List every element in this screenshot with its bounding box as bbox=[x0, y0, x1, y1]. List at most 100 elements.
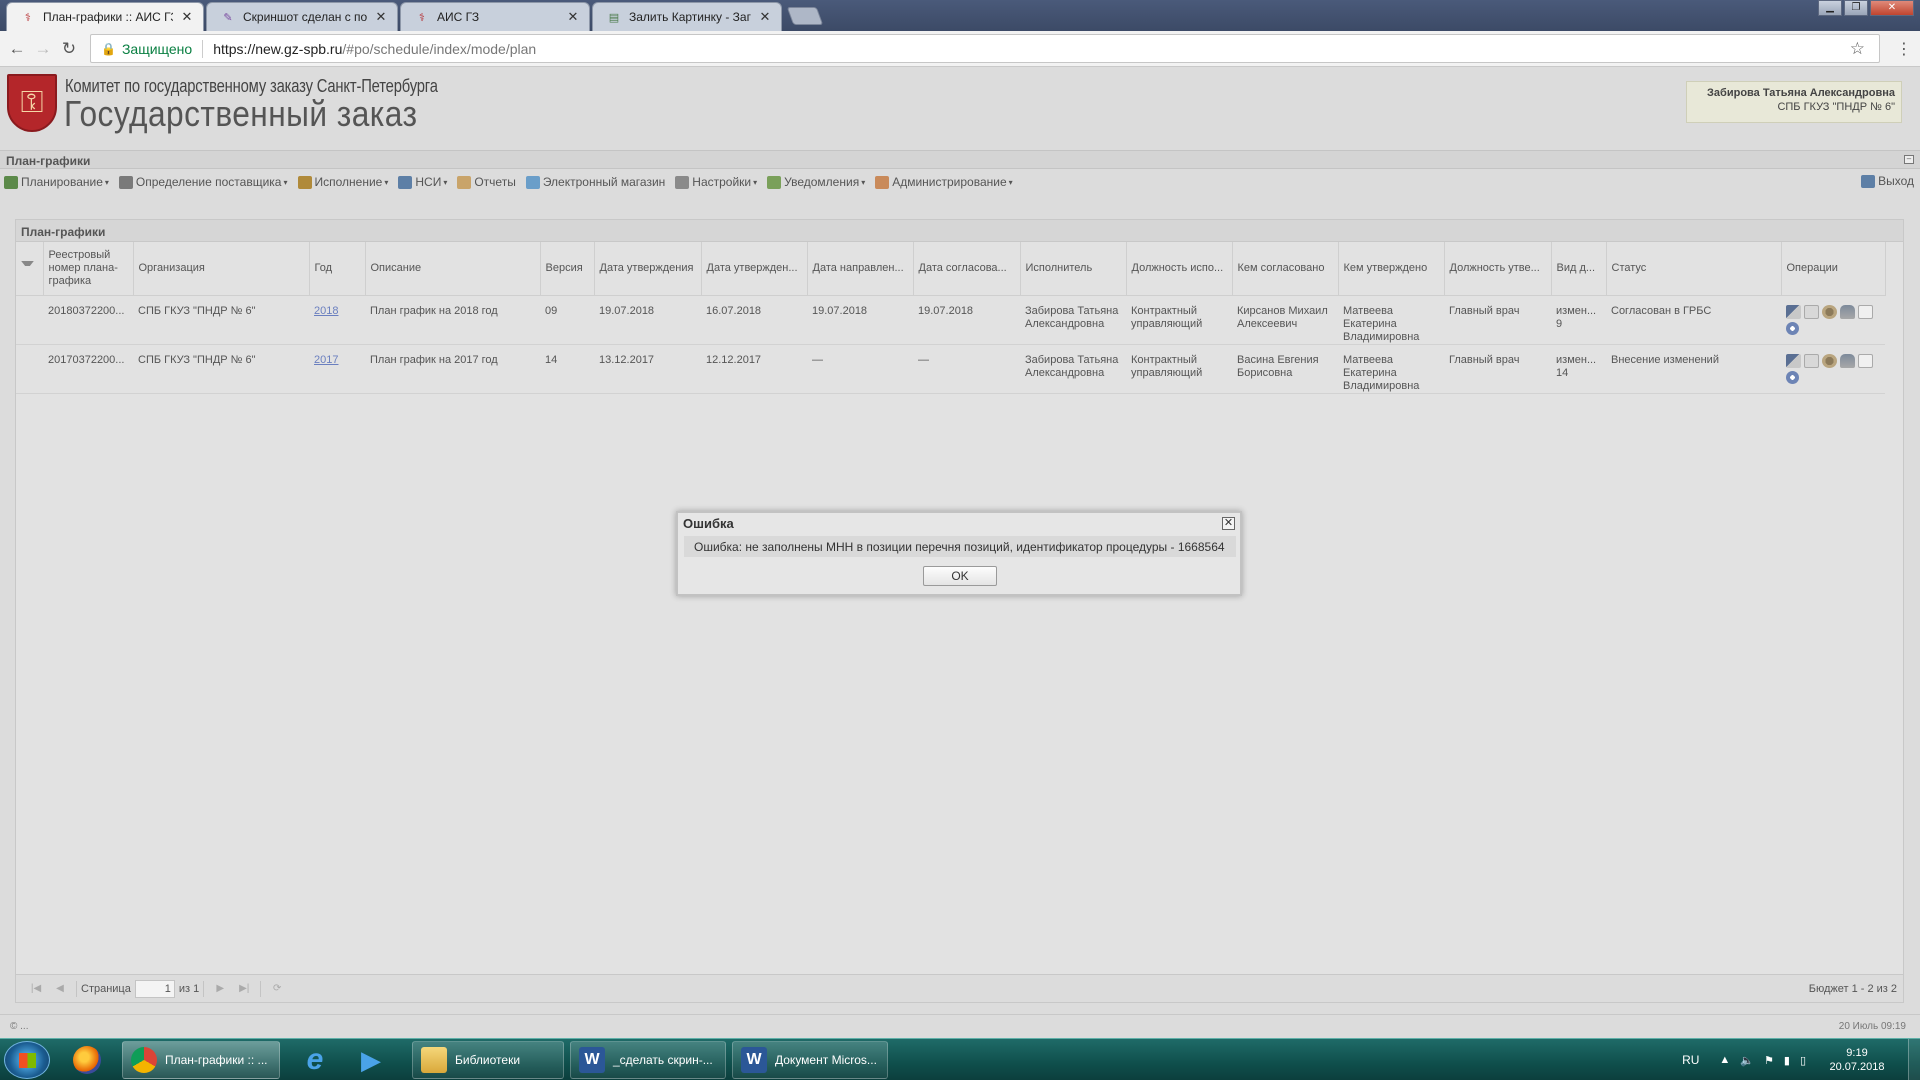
action-center-flag-icon[interactable]: ⚑ bbox=[1764, 1054, 1774, 1067]
column-header[interactable]: Описание bbox=[365, 242, 541, 296]
user-icon[interactable] bbox=[1840, 304, 1855, 319]
tab-ais-gz[interactable]: ⚕ АИС ГЗ ✕ bbox=[400, 2, 590, 31]
column-header[interactable]: Вид д... bbox=[1551, 242, 1607, 296]
year-link[interactable]: 2018 bbox=[314, 305, 338, 317]
toolbar-item-7[interactable]: Уведомления ▾ bbox=[767, 175, 865, 189]
tab-label: Скриншот сделан с пом bbox=[243, 10, 367, 24]
column-header[interactable]: Должность испо... bbox=[1126, 242, 1233, 296]
ok-button[interactable]: OK bbox=[923, 566, 997, 586]
language-indicator[interactable]: RU bbox=[1682, 1053, 1699, 1067]
document-icon[interactable] bbox=[1804, 353, 1819, 368]
column-header[interactable]: Кем утверждено bbox=[1338, 242, 1445, 296]
minimize-icon[interactable]: ▁ bbox=[1818, 0, 1842, 16]
clock[interactable]: 9:19 20.07.2018 bbox=[1822, 1046, 1892, 1074]
toolbar-item-1[interactable]: Определение поставщика ▾ bbox=[118, 175, 288, 189]
show-desktop-button[interactable] bbox=[1908, 1039, 1920, 1080]
browser-menu-icon[interactable]: ⋮ bbox=[1896, 39, 1912, 59]
toolbar-item-5[interactable]: Электронный магазин bbox=[525, 175, 665, 189]
back-icon[interactable]: ← bbox=[4, 39, 30, 59]
tab-upload-image[interactable]: ▤ Залить Картинку - Загру ✕ bbox=[592, 2, 782, 31]
column-header[interactable]: Дата направлен... bbox=[807, 242, 914, 296]
cell-reg: 20180372200... bbox=[43, 295, 133, 345]
page-icon[interactable] bbox=[1858, 304, 1873, 319]
power-icon[interactable]: ▯ bbox=[1800, 1054, 1806, 1067]
user-icon[interactable] bbox=[1840, 353, 1855, 368]
toolbar-item-6[interactable]: Настройки ▾ bbox=[675, 175, 757, 189]
table-row[interactable]: 20180372200... СПБ ГКУЗ "ПНДР № 6" 2018 Пла… bbox=[16, 295, 1885, 345]
gear-icon[interactable] bbox=[1822, 304, 1837, 319]
ie-pin[interactable]: e bbox=[290, 1042, 340, 1078]
user-info-box[interactable]: Забирова Татьяна Александровна СПБ ГКУЗ … bbox=[1686, 81, 1902, 123]
cell-status: Внесение изменений bbox=[1606, 344, 1781, 394]
firefox-pin[interactable] bbox=[62, 1042, 112, 1078]
edit-icon[interactable] bbox=[1786, 304, 1801, 319]
gear-icon[interactable] bbox=[1822, 353, 1837, 368]
toolbar-item-0[interactable]: Планирование ▾ bbox=[4, 175, 109, 189]
prev-page-icon[interactable]: ◀ bbox=[53, 983, 67, 995]
cell-d4: 19.07.2018 bbox=[913, 295, 1020, 345]
toolbar-item-label: Отчеты bbox=[474, 175, 516, 189]
column-header[interactable]: Операции bbox=[1781, 242, 1886, 296]
table-row[interactable]: 20170372200... СПБ ГКУЗ "ПНДР № 6" 2017 Пла… bbox=[16, 344, 1885, 394]
eshop-icon bbox=[525, 175, 540, 189]
network-icon[interactable]: ▮ bbox=[1784, 1054, 1790, 1067]
bookmark-star-icon[interactable]: ☆ bbox=[1850, 39, 1865, 59]
refresh-icon[interactable]: ⟳ bbox=[270, 983, 284, 995]
last-page-icon[interactable]: ▶| bbox=[237, 983, 251, 995]
show-hidden-icon[interactable]: ▲ bbox=[1719, 1054, 1730, 1067]
year-link[interactable]: 2017 bbox=[314, 354, 338, 366]
column-header[interactable]: Организация bbox=[133, 242, 310, 296]
url-input[interactable]: 🔒 Защищено https://new.gz-spb.ru/#po/sch… bbox=[90, 34, 1880, 63]
forward-icon[interactable]: → bbox=[30, 39, 56, 59]
column-header[interactable]: Версия bbox=[540, 242, 595, 296]
taskbar-libraries[interactable]: Библиотеки bbox=[412, 1041, 564, 1079]
collapse-icon[interactable]: – bbox=[1904, 155, 1914, 164]
reload-icon[interactable]: ↻ bbox=[56, 39, 82, 59]
column-header[interactable]: Реестровый номер плана-графика bbox=[43, 242, 134, 296]
taskbar-chrome[interactable]: План-графики :: ... bbox=[122, 1041, 280, 1079]
cell-year: 2017 bbox=[309, 344, 365, 394]
taskbar-word-1[interactable]: W _сделать скрин-... bbox=[570, 1041, 726, 1079]
tab-close-icon[interactable]: ✕ bbox=[565, 9, 581, 25]
column-header[interactable]: Исполнитель bbox=[1020, 242, 1127, 296]
restore-icon[interactable]: ❐ bbox=[1844, 0, 1868, 16]
volume-icon[interactable]: 🔈 bbox=[1740, 1054, 1754, 1067]
column-header[interactable]: Статус bbox=[1606, 242, 1782, 296]
edit-icon[interactable] bbox=[1786, 353, 1801, 368]
toolbar-item-8[interactable]: Администрирование ▾ bbox=[875, 175, 1013, 189]
dialog-close-icon[interactable]: ✕ bbox=[1222, 517, 1235, 530]
filter-column-header[interactable] bbox=[16, 242, 44, 296]
exit-button[interactable]: Выход bbox=[1861, 174, 1914, 188]
taskbar-word-2[interactable]: W Документ Micros... bbox=[732, 1041, 888, 1079]
column-header[interactable]: Дата согласова... bbox=[913, 242, 1021, 296]
window-close-icon[interactable]: ✕ bbox=[1870, 0, 1914, 16]
column-header[interactable]: Дата утвержден... bbox=[701, 242, 808, 296]
tab-close-icon[interactable]: ✕ bbox=[373, 9, 389, 25]
internet-explorer-icon: e bbox=[306, 1043, 324, 1076]
new-tab-button[interactable] bbox=[786, 7, 824, 25]
column-header[interactable]: Год bbox=[309, 242, 366, 296]
first-page-icon[interactable]: |◀ bbox=[29, 983, 43, 995]
info-icon[interactable] bbox=[1786, 370, 1799, 384]
browser-tabstrip: ⚕ План-графики :: АИС ГЗ ✕ ✎ Скриншот сд… bbox=[0, 0, 1920, 31]
tab-close-icon[interactable]: ✕ bbox=[757, 9, 773, 25]
pager-divider bbox=[76, 980, 77, 997]
next-page-icon[interactable]: ▶ bbox=[213, 983, 227, 995]
tab-close-icon[interactable]: ✕ bbox=[179, 9, 195, 25]
column-header[interactable]: Кем согласовано bbox=[1232, 242, 1339, 296]
page-icon[interactable] bbox=[1858, 353, 1873, 368]
toolbar-item-4[interactable]: Отчеты bbox=[457, 175, 516, 189]
document-icon[interactable] bbox=[1804, 304, 1819, 319]
column-header[interactable]: Должность утве... bbox=[1444, 242, 1552, 296]
info-icon[interactable] bbox=[1786, 321, 1799, 335]
column-header[interactable]: Дата утверждения bbox=[594, 242, 702, 296]
start-button[interactable] bbox=[4, 1041, 50, 1079]
toolbar-item-2[interactable]: Исполнение ▾ bbox=[297, 175, 388, 189]
toolbar-item-3[interactable]: НСИ ▾ bbox=[398, 175, 447, 189]
page-number-input[interactable]: 1 bbox=[134, 979, 175, 998]
tab-plan-graphs[interactable]: ⚕ План-графики :: АИС ГЗ ✕ bbox=[6, 2, 204, 31]
firefox-icon bbox=[73, 1046, 101, 1074]
tab-screenshot[interactable]: ✎ Скриншот сделан с пом ✕ bbox=[206, 2, 398, 31]
media-pin[interactable]: ▶ bbox=[346, 1042, 396, 1078]
org-title: Государственный заказ bbox=[64, 93, 418, 134]
